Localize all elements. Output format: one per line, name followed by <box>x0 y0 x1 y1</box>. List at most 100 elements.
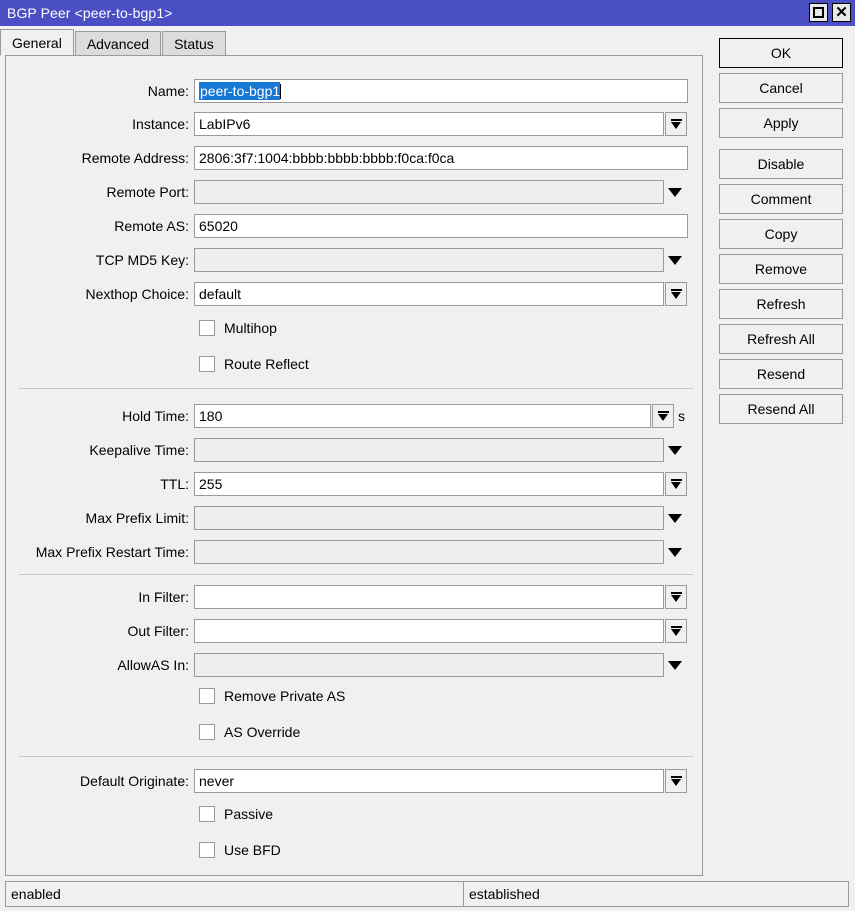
chevron-down-icon <box>671 779 681 786</box>
remote-as-input[interactable]: 65020 <box>194 214 688 238</box>
remote-address-input[interactable]: 2806:3f7:1004:bbbb:bbbb:bbbb:f0ca:f0ca <box>194 146 688 170</box>
tcp-md5-key-input[interactable] <box>194 248 664 272</box>
bar-glyph <box>658 411 669 413</box>
close-icon: ✕ <box>835 6 848 19</box>
chevron-down-icon <box>671 292 681 299</box>
window-title: BGP Peer <peer-to-bgp1> <box>0 5 172 21</box>
chevron-down-icon <box>671 595 681 602</box>
instance-input-value: LabIPv6 <box>199 116 250 132</box>
nexthop-choice-dropdown-button[interactable] <box>665 282 687 306</box>
tcp-md5-key-label: TCP MD5 Key: <box>96 248 189 272</box>
bar-glyph <box>671 776 682 778</box>
field-row-default-originate: Default Originate: never <box>6 769 696 793</box>
out-filter-input[interactable] <box>194 619 664 643</box>
route-reflect-checkbox[interactable] <box>199 356 215 372</box>
resend-all-button[interactable]: Resend All <box>719 394 843 424</box>
maximize-icon <box>813 7 824 18</box>
section-divider-3 <box>19 756 693 757</box>
remote-as-input-value: 65020 <box>199 218 238 234</box>
tab-status[interactable]: Status <box>162 31 226 56</box>
default-originate-dropdown-button[interactable] <box>665 769 687 793</box>
nexthop-choice-input[interactable]: default <box>194 282 664 306</box>
keepalive-time-input[interactable] <box>194 438 664 462</box>
maximize-button[interactable] <box>809 3 828 22</box>
nexthop-choice-label: Nexthop Choice: <box>85 282 189 306</box>
remote-port-dropdown-icon[interactable] <box>668 188 682 197</box>
in-filter-input[interactable] <box>194 585 664 609</box>
hold-time-input[interactable]: 180 <box>194 404 651 428</box>
keepalive-time-dropdown-icon[interactable] <box>668 446 682 455</box>
field-row-in-filter: In Filter: <box>6 585 696 609</box>
hold-time-spinner-button[interactable] <box>652 404 674 428</box>
multihop-checkbox[interactable] <box>199 320 215 336</box>
max-prefix-restart-time-dropdown-icon[interactable] <box>668 548 682 557</box>
resend-button-label: Resend <box>757 366 805 382</box>
copy-button[interactable]: Copy <box>719 219 843 249</box>
remote-address-label: Remote Address: <box>82 146 189 170</box>
close-button[interactable]: ✕ <box>832 3 851 22</box>
passive-checkbox-row[interactable]: Passive <box>199 804 273 824</box>
max-prefix-restart-time-input[interactable] <box>194 540 664 564</box>
route-reflect-checkbox-row[interactable]: Route Reflect <box>199 354 309 374</box>
tab-general-label: General <box>12 35 62 51</box>
refresh-button-label: Refresh <box>756 296 805 312</box>
disable-button[interactable]: Disable <box>719 149 843 179</box>
tab-strip: General Advanced Status <box>0 29 227 56</box>
allowas-in-label: AllowAS In: <box>117 653 189 677</box>
remove-button[interactable]: Remove <box>719 254 843 284</box>
passive-label: Passive <box>224 806 273 822</box>
field-row-hold-time: Hold Time: 180 s <box>6 404 696 428</box>
remove-private-as-checkbox[interactable] <box>199 688 215 704</box>
status-established-text: established <box>469 886 540 902</box>
name-label: Name: <box>148 79 189 103</box>
section-divider-2 <box>19 574 693 575</box>
remote-port-input[interactable] <box>194 180 664 204</box>
instance-dropdown-button[interactable] <box>665 112 687 136</box>
comment-button-label: Comment <box>751 191 812 207</box>
passive-checkbox[interactable] <box>199 806 215 822</box>
field-row-remote-address: Remote Address: 2806:3f7:1004:bbbb:bbbb:… <box>6 146 696 170</box>
chevron-down-icon <box>671 122 681 129</box>
out-filter-dropdown-button[interactable] <box>665 619 687 643</box>
instance-input[interactable]: LabIPv6 <box>194 112 664 136</box>
ttl-spinner-button[interactable] <box>665 472 687 496</box>
default-originate-input[interactable]: never <box>194 769 664 793</box>
apply-button[interactable]: Apply <box>719 108 843 138</box>
bar-glyph <box>671 626 682 628</box>
refresh-button[interactable]: Refresh <box>719 289 843 319</box>
tcp-md5-key-dropdown-icon[interactable] <box>668 256 682 265</box>
cancel-button[interactable]: Cancel <box>719 73 843 103</box>
refresh-all-button-label: Refresh All <box>747 331 815 347</box>
use-bfd-label: Use BFD <box>224 842 281 858</box>
tab-advanced[interactable]: Advanced <box>75 31 161 56</box>
bar-glyph <box>671 289 682 291</box>
refresh-all-button[interactable]: Refresh All <box>719 324 843 354</box>
as-override-checkbox-row[interactable]: AS Override <box>199 722 300 742</box>
ok-button[interactable]: OK <box>719 38 843 68</box>
use-bfd-checkbox-row[interactable]: Use BFD <box>199 840 281 860</box>
max-prefix-limit-dropdown-icon[interactable] <box>668 514 682 523</box>
name-input[interactable]: peer-to-bgp1 <box>194 79 688 103</box>
comment-button[interactable]: Comment <box>719 184 843 214</box>
field-row-remote-as: Remote AS: 65020 <box>6 214 696 238</box>
allowas-in-input[interactable] <box>194 653 664 677</box>
remove-private-as-checkbox-row[interactable]: Remove Private AS <box>199 686 345 706</box>
ttl-input-value: 255 <box>199 476 222 492</box>
text-cursor <box>280 84 281 99</box>
in-filter-dropdown-button[interactable] <box>665 585 687 609</box>
tab-general[interactable]: General <box>0 29 74 56</box>
ttl-input[interactable]: 255 <box>194 472 664 496</box>
max-prefix-limit-input[interactable] <box>194 506 664 530</box>
use-bfd-checkbox[interactable] <box>199 842 215 858</box>
multihop-checkbox-row[interactable]: Multihop <box>199 318 277 338</box>
allowas-in-dropdown-icon[interactable] <box>668 661 682 670</box>
window-titlebar: BGP Peer <peer-to-bgp1> ✕ <box>0 0 855 26</box>
resend-button[interactable]: Resend <box>719 359 843 389</box>
in-filter-label: In Filter: <box>138 585 189 609</box>
nexthop-choice-input-value: default <box>199 286 241 302</box>
bar-glyph <box>671 119 682 121</box>
cancel-button-label: Cancel <box>759 80 803 96</box>
status-pane-right: established <box>463 881 849 907</box>
name-input-value: peer-to-bgp1 <box>199 82 280 100</box>
as-override-checkbox[interactable] <box>199 724 215 740</box>
